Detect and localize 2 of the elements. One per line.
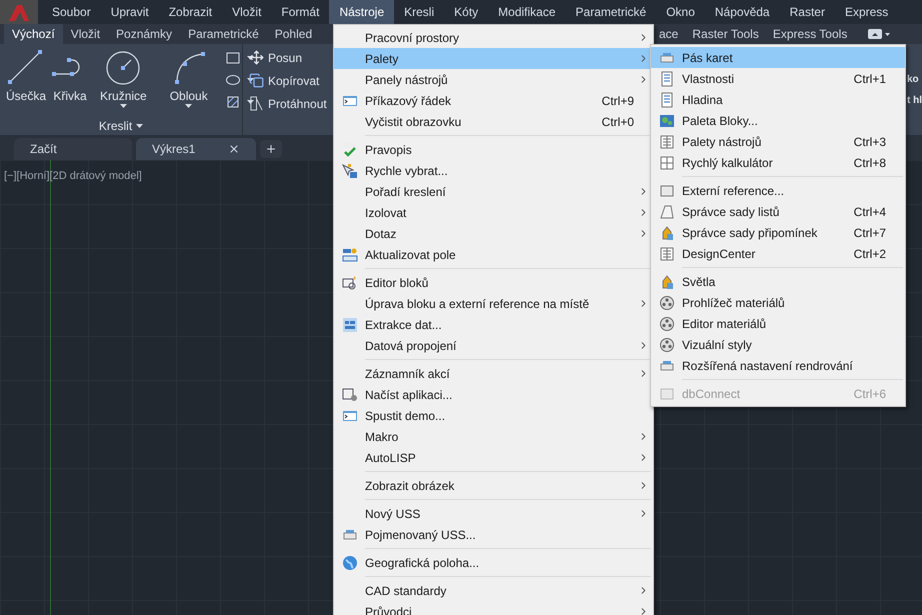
ribbon-label: t hl: [907, 95, 922, 107]
ribbon-label: ko: [907, 74, 920, 86]
